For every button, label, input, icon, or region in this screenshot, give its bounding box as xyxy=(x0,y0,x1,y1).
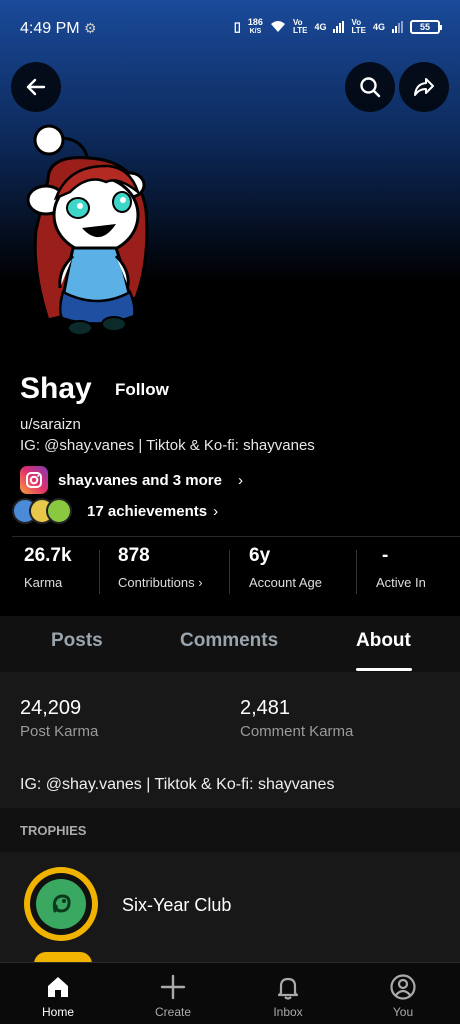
stat-active-in: - Active In xyxy=(376,545,426,590)
back-button[interactable] xyxy=(11,62,61,112)
signal-bars-icon xyxy=(392,21,403,33)
stat-karma: 26.7k Karma xyxy=(24,545,72,590)
nav-create[interactable]: Create xyxy=(133,971,213,1019)
post-karma-value: 24,209 xyxy=(20,697,82,719)
nav-inbox[interactable]: Inbox xyxy=(248,971,328,1019)
sim2-type: 4G xyxy=(372,22,385,32)
nav-you[interactable]: You xyxy=(363,971,443,1019)
achievement-badge-icon xyxy=(46,498,72,524)
about-panel: 24,209 Post Karma 2,481 Comment Karma IG… xyxy=(0,672,460,962)
tab-comments[interactable]: Comments xyxy=(180,630,278,652)
divider xyxy=(12,536,460,537)
about-bio: IG: @shay.vanes | Tiktok & Ko-fi: shayva… xyxy=(20,776,335,793)
divider xyxy=(229,550,230,594)
wifi-icon xyxy=(270,20,286,35)
search-button[interactable] xyxy=(345,62,395,112)
profile-icon xyxy=(363,971,443,1003)
active-tab-indicator xyxy=(356,668,412,671)
achievements-label: 17 achievements xyxy=(87,502,208,520)
six-year-club-trophy-icon xyxy=(24,867,98,941)
social-links-label: shay.vanes and 3 more xyxy=(58,471,222,489)
share-button[interactable] xyxy=(399,62,449,112)
divider xyxy=(356,550,357,594)
trophy-item[interactable]: Six-Year Club xyxy=(0,852,460,962)
home-icon xyxy=(18,971,98,1003)
comment-karma-value: 2,481 xyxy=(240,697,291,719)
trophies-section-header: TROPHIES xyxy=(0,808,460,852)
divider xyxy=(99,550,100,594)
sim2-label: Vo LTE xyxy=(351,18,366,35)
chevron-right-icon: › xyxy=(198,575,203,590)
status-icons: ▯ 186 K/S Vo LTE 4G Vo LTE 4G 55 xyxy=(233,17,442,36)
social-links-button[interactable]: shay.vanes and 3 more › xyxy=(20,466,243,494)
arrow-left-icon xyxy=(26,78,46,96)
stat-contributions[interactable]: 878 Contributions › xyxy=(118,545,203,590)
vibrate-icon: ▯ xyxy=(233,19,241,34)
avatar xyxy=(18,120,178,345)
search-icon xyxy=(360,77,381,98)
network-speed: 186 K/S xyxy=(247,17,263,36)
post-karma-label: Post Karma xyxy=(20,723,99,740)
profile-username: u/saraizn xyxy=(20,416,81,433)
profile-tabs: Posts Comments About xyxy=(0,616,460,672)
bottom-navigation: Home Create Inbox You xyxy=(0,962,460,1024)
settings-gear-icon: ⚙ xyxy=(84,20,97,36)
stat-account-age: 6y Account Age xyxy=(249,545,322,590)
trophy-name: Six-Year Club xyxy=(122,895,232,915)
achievements-button[interactable]: 17 achievements › xyxy=(12,498,218,524)
plus-icon xyxy=(133,971,213,1003)
profile-display-name: Shay xyxy=(20,372,92,405)
profile-stats: 26.7k Karma 878 Contributions › 6y Accou… xyxy=(0,545,460,605)
profile-bio: IG: @shay.vanes | Tiktok & Ko-fi: shayva… xyxy=(20,437,315,454)
share-icon xyxy=(414,78,434,96)
nav-home[interactable]: Home xyxy=(18,971,98,1019)
battery-icon: 55 xyxy=(410,20,442,34)
chevron-right-icon: › xyxy=(237,471,243,489)
tab-posts[interactable]: Posts xyxy=(51,630,103,652)
comment-karma-label: Comment Karma xyxy=(240,723,354,740)
follow-button[interactable]: Follow xyxy=(115,380,169,400)
tab-about[interactable]: About xyxy=(356,630,411,652)
status-time: 4:49 PM xyxy=(20,20,80,37)
status-bar: 4:49 PM ⚙ ▯ 186 K/S Vo LTE 4G Vo LTE 4G 55 xyxy=(0,0,460,58)
instagram-icon xyxy=(20,466,48,494)
bell-icon xyxy=(248,971,328,1003)
sim1-label: Vo LTE xyxy=(292,18,308,35)
signal-bars-icon xyxy=(333,21,345,33)
sim1-type: 4G xyxy=(314,22,327,32)
chevron-right-icon: › xyxy=(213,502,219,520)
